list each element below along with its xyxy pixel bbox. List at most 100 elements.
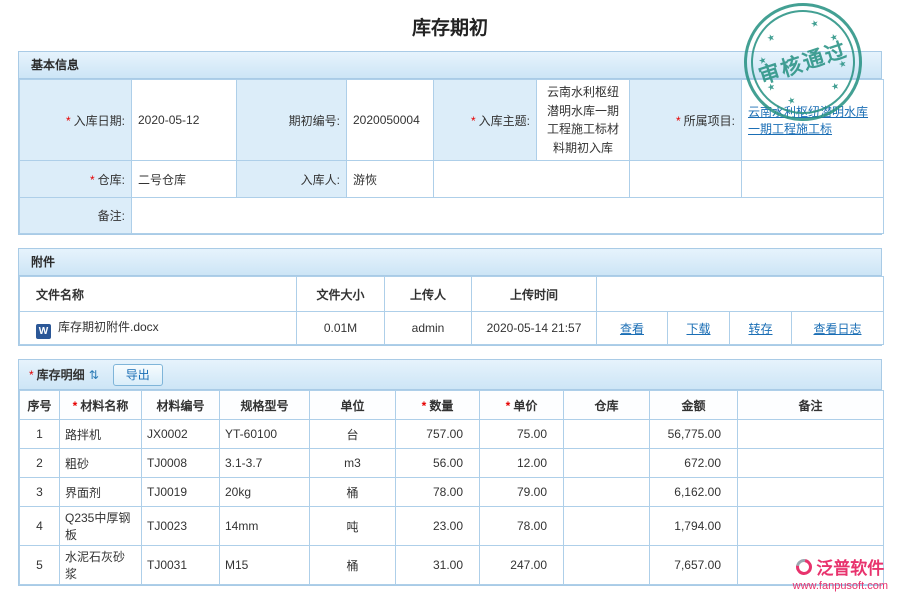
amount-cell: 672.00 xyxy=(650,449,738,478)
table-row: 2 粗砂 TJ0008 3.1-3.7 m3 56.00 12.00 672.0… xyxy=(20,449,884,478)
table-row: 1 路拌机 JX0002 YT-60100 台 757.00 75.00 56,… xyxy=(20,420,884,449)
col-unit: 单位 xyxy=(310,391,396,420)
material-name-cell: 粗砂 xyxy=(60,449,142,478)
fanpu-logo-icon xyxy=(793,555,815,577)
amount-cell: 7,657.00 xyxy=(650,546,738,585)
project-value-cell: 云南水利枢纽潜明水库一期工程施工标 xyxy=(742,80,884,161)
transfer-link[interactable]: 转存 xyxy=(748,322,772,336)
material-name-cell: 水泥石灰砂浆 xyxy=(60,546,142,585)
subject-label: *入库主题: xyxy=(434,80,537,161)
basic-info-section-title: 基本信息 xyxy=(19,52,881,79)
quantity-cell: 56.00 xyxy=(396,449,480,478)
required-marker: * xyxy=(422,399,427,413)
quantity-cell: 31.00 xyxy=(396,546,480,585)
quantity-cell: 23.00 xyxy=(396,507,480,546)
col-actions xyxy=(597,277,884,312)
material-name-cell: Q235中厚钢板 xyxy=(60,507,142,546)
col-material-name: *材料名称 xyxy=(60,391,142,420)
required-marker: * xyxy=(676,114,681,128)
spec-model-cell: 20kg xyxy=(220,478,310,507)
col-file-size: 文件大小 xyxy=(297,277,385,312)
details-header-row: 序号 *材料名称 材料编号 规格型号 单位 *数量 *单价 仓库 金额 备注 xyxy=(20,391,884,420)
word-doc-icon: W xyxy=(36,324,51,339)
material-name-cell: 界面剂 xyxy=(60,478,142,507)
warehouse-cell xyxy=(564,420,650,449)
vendor-site: www.fanpusoft.com xyxy=(793,580,888,592)
remark-cell xyxy=(738,507,884,546)
action-download-cell: 下载 xyxy=(668,312,730,345)
unit-cell: 桶 xyxy=(310,478,396,507)
download-link[interactable]: 下载 xyxy=(686,322,710,336)
warehouse-label: *仓库: xyxy=(20,161,132,198)
col-upload-time: 上传时间 xyxy=(472,277,597,312)
inventory-details-header: * 库存明细 ⇅ 导出 xyxy=(19,360,881,390)
amount-cell: 6,162.00 xyxy=(650,478,738,507)
attachment-row: W 库存期初附件.docx 0.01M admin 2020-05-14 21:5… xyxy=(20,312,884,345)
unit-price-cell: 78.00 xyxy=(480,507,564,546)
col-spec-model: 规格型号 xyxy=(220,391,310,420)
required-marker: * xyxy=(506,399,511,413)
action-transfer-cell: 转存 xyxy=(730,312,792,345)
required-marker: * xyxy=(66,114,71,128)
col-quantity: *数量 xyxy=(396,391,480,420)
required-marker: * xyxy=(90,173,95,187)
attachment-name-cell: W 库存期初附件.docx xyxy=(20,312,297,345)
attachment-size: 0.01M xyxy=(297,312,385,345)
amount-cell: 1,794.00 xyxy=(650,507,738,546)
warehouse-cell xyxy=(564,478,650,507)
project-link[interactable]: 云南水利枢纽潜明水库一期工程施工标 xyxy=(748,105,868,136)
view-link[interactable]: 查看 xyxy=(620,322,644,336)
inventory-details-section: * 库存明细 ⇅ 导出 序号 *材料名称 材料编号 规格型号 单位 *数量 *单… xyxy=(18,359,882,586)
action-log-cell: 查看日志 xyxy=(792,312,884,345)
action-view-cell: 查看 xyxy=(597,312,668,345)
warehouse-cell xyxy=(564,546,650,585)
inventory-details-table: 序号 *材料名称 材料编号 规格型号 单位 *数量 *单价 仓库 金额 备注 1… xyxy=(19,390,884,585)
material-name-cell: 路拌机 xyxy=(60,420,142,449)
spec-model-cell: 14mm xyxy=(220,507,310,546)
attachment-uploader: admin xyxy=(385,312,472,345)
vendor-name: 泛普软件 xyxy=(816,554,884,579)
required-marker: * xyxy=(73,399,78,413)
spec-model-cell: M15 xyxy=(220,546,310,585)
unit-cell: m3 xyxy=(310,449,396,478)
empty-cell xyxy=(434,161,630,198)
material-code-cell: TJ0023 xyxy=(142,507,220,546)
basic-info-table: *入库日期: 2020-05-12 期初编号: 2020050004 *入库主题… xyxy=(19,79,884,234)
sort-icon[interactable]: ⇅ xyxy=(89,368,99,382)
view-log-link[interactable]: 查看日志 xyxy=(813,322,861,336)
export-button[interactable]: 导出 xyxy=(113,364,163,386)
attachments-header-row: 文件名称 文件大小 上传人 上传时间 xyxy=(20,277,884,312)
col-warehouse: 仓库 xyxy=(564,391,650,420)
required-marker: * xyxy=(29,368,34,382)
in-date-value: 2020-05-12 xyxy=(132,80,237,161)
spec-model-cell: 3.1-3.7 xyxy=(220,449,310,478)
unit-price-cell: 75.00 xyxy=(480,420,564,449)
remark-cell xyxy=(738,420,884,449)
seq-cell: 1 xyxy=(20,420,60,449)
unit-cell: 桶 xyxy=(310,546,396,585)
col-file-name: 文件名称 xyxy=(20,277,297,312)
unit-cell: 台 xyxy=(310,420,396,449)
remark-cell xyxy=(738,478,884,507)
page-title: 库存期初 xyxy=(0,0,900,51)
attachment-name: 库存期初附件.docx xyxy=(58,320,159,334)
seq-cell: 4 xyxy=(20,507,60,546)
material-code-cell: TJ0019 xyxy=(142,478,220,507)
col-unit-price: *单价 xyxy=(480,391,564,420)
attachments-section-title: 附件 xyxy=(19,249,881,276)
col-amount: 金额 xyxy=(650,391,738,420)
seq-cell: 3 xyxy=(20,478,60,507)
attachment-time: 2020-05-14 21:57 xyxy=(472,312,597,345)
subject-value: 云南水利枢纽潜明水库一期工程施工标材料期初入库 xyxy=(537,80,630,161)
quantity-cell: 78.00 xyxy=(396,478,480,507)
amount-cell: 56,775.00 xyxy=(650,420,738,449)
unit-price-cell: 247.00 xyxy=(480,546,564,585)
seq-cell: 2 xyxy=(20,449,60,478)
col-seq: 序号 xyxy=(20,391,60,420)
material-code-cell: JX0002 xyxy=(142,420,220,449)
quantity-cell: 757.00 xyxy=(396,420,480,449)
table-row: 4 Q235中厚钢板 TJ0023 14mm 吨 23.00 78.00 1,7… xyxy=(20,507,884,546)
table-row: 5 水泥石灰砂浆 TJ0031 M15 桶 31.00 247.00 7,657… xyxy=(20,546,884,585)
remark-cell xyxy=(738,449,884,478)
warehouse-cell xyxy=(564,449,650,478)
